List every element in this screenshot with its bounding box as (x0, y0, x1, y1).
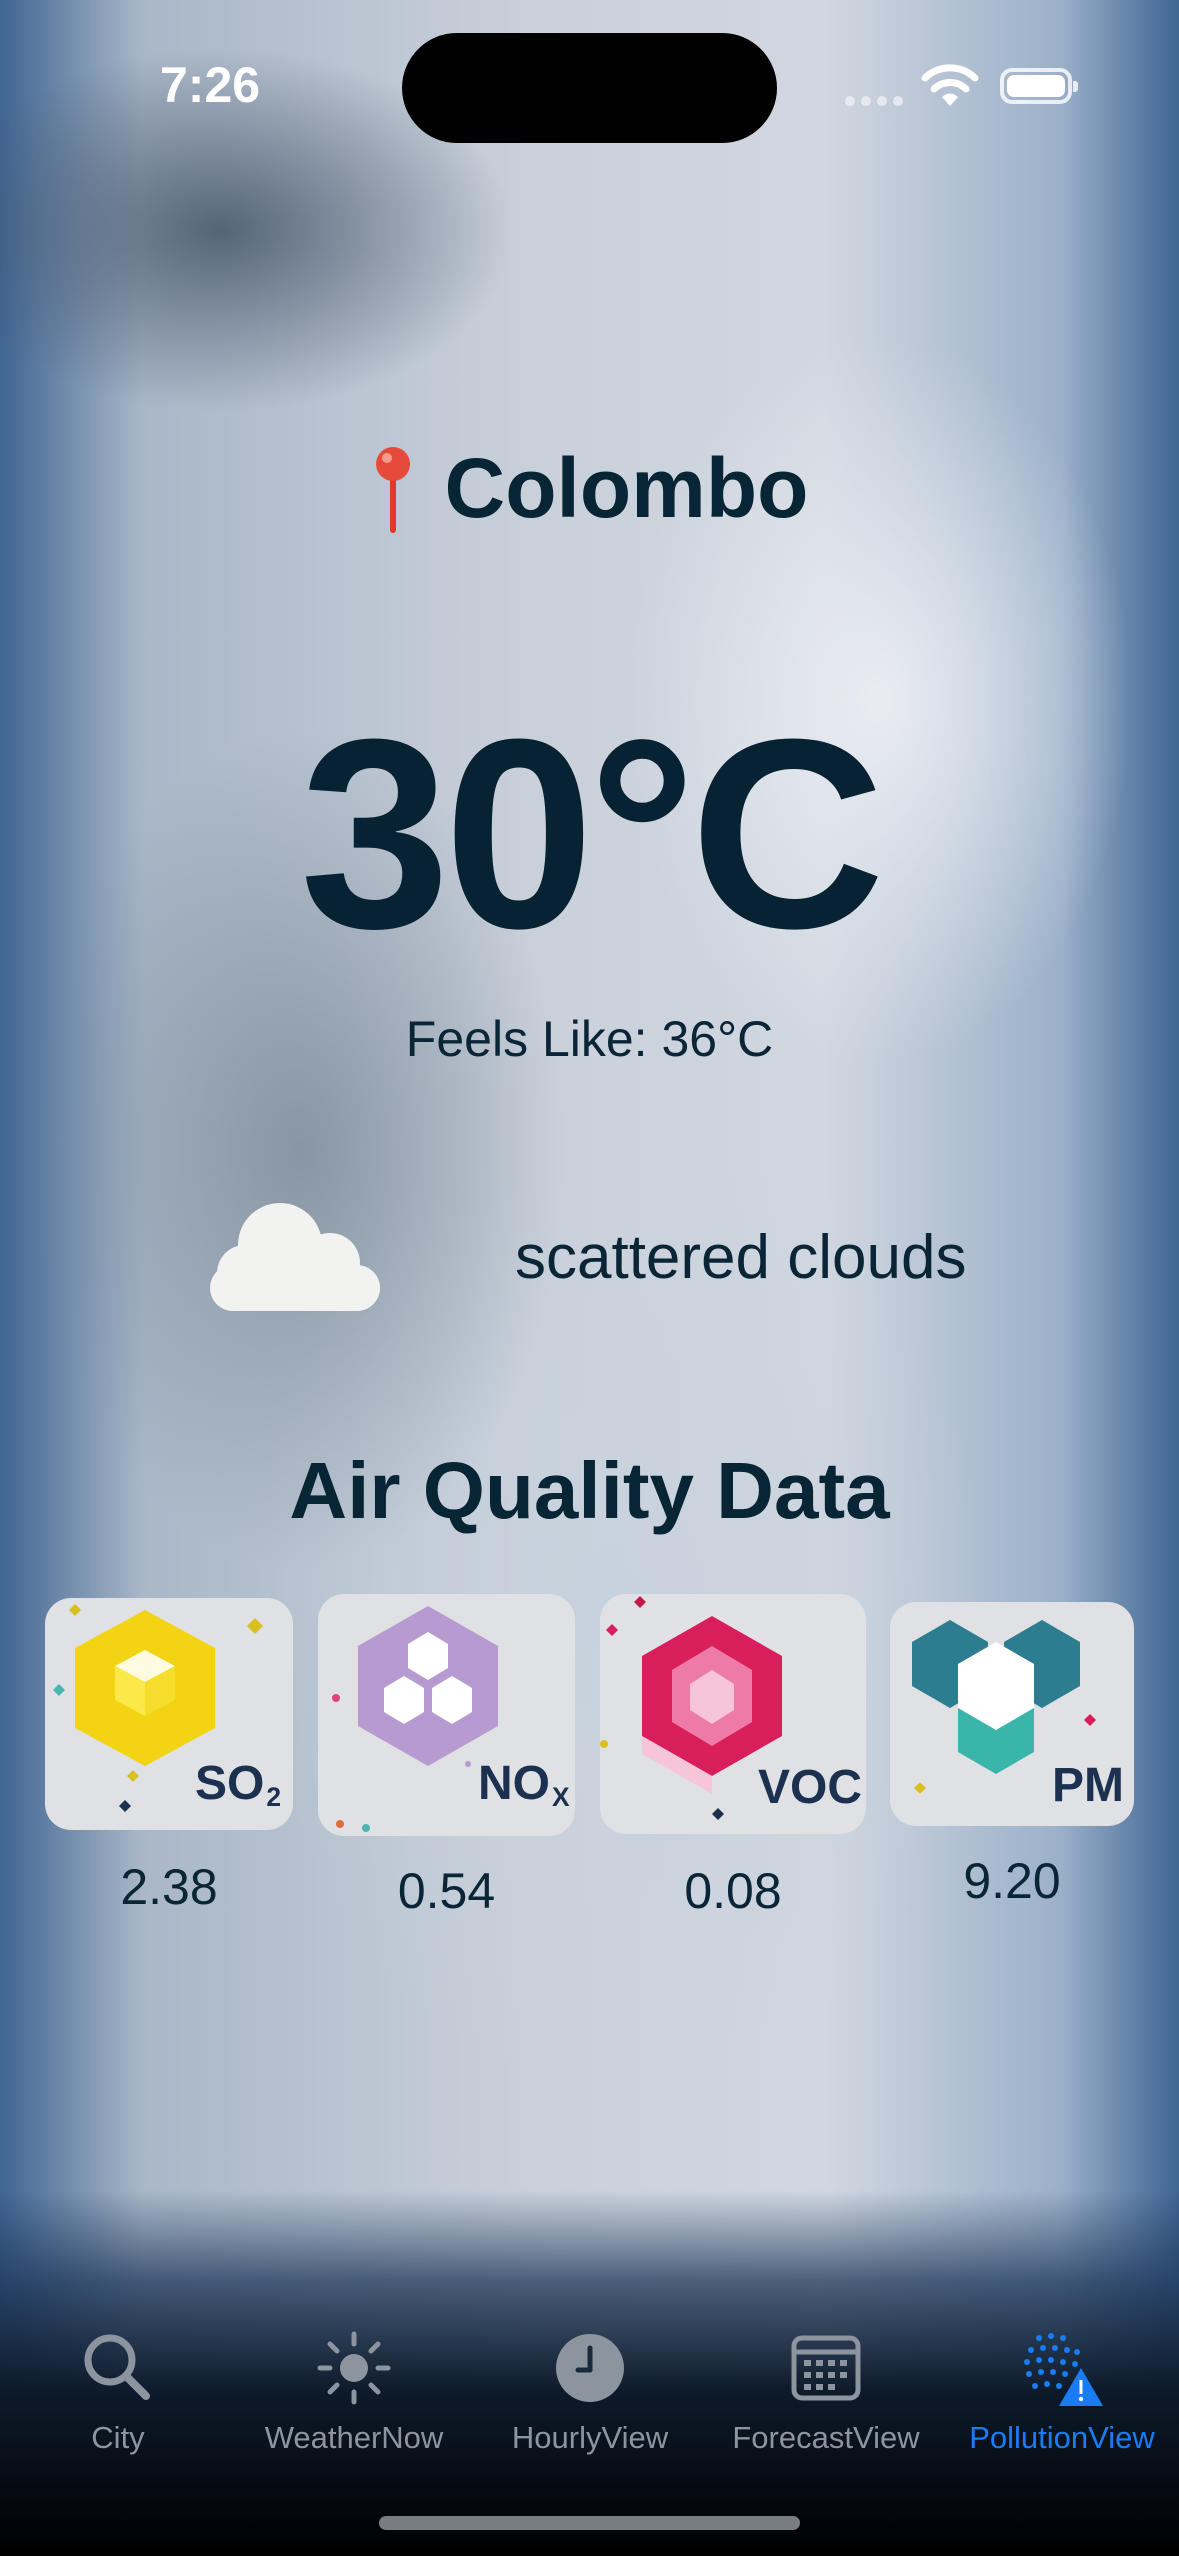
tab-pollutionview[interactable]: PollutionView (944, 2310, 1179, 2460)
status-time: 7:26 (160, 57, 261, 113)
so2-tile: SO2 (45, 1598, 293, 1830)
dynamic-island (402, 33, 777, 143)
nox-tile: NOX (318, 1594, 575, 1836)
aqi-warning-icon (1024, 2333, 1103, 2406)
voc-value: 0.08 (684, 1863, 782, 1919)
map-pin-icon (375, 446, 410, 533)
weather-description: scattered clouds (515, 1223, 967, 1292)
tab-city[interactable]: City (0, 2310, 236, 2460)
tab-label: City (91, 2420, 145, 2455)
tab-label: WeatherNow (264, 2420, 444, 2455)
tab-label: PollutionView (969, 2420, 1155, 2455)
wifi-icon (921, 64, 979, 106)
pm-value: 9.20 (963, 1853, 1061, 1909)
feels-like: Feels Like: 36°C (405, 1011, 774, 1067)
pm-tile: PM (890, 1602, 1134, 1826)
tab-hourlyview[interactable]: HourlyView (472, 2310, 708, 2460)
tab-label: ForecastView (732, 2420, 920, 2455)
magnifying-glass-icon (84, 2334, 150, 2400)
tab-bar: City WeatherNow HourlyView ForecastView … (0, 2310, 1179, 2490)
nox-value: 0.54 (397, 1863, 496, 1919)
battery-icon (1000, 68, 1078, 104)
tab-label: HourlyView (511, 2420, 669, 2455)
air-quality-title: Air Quality Data (289, 1446, 890, 1535)
sun-icon (317, 2331, 391, 2405)
location-header: Colombo (0, 440, 1179, 537)
tab-weathernow[interactable]: WeatherNow (236, 2310, 472, 2460)
temperature: 30°C (299, 684, 885, 985)
home-indicator[interactable] (379, 2516, 800, 2530)
city-name: Colombo (444, 441, 809, 535)
voc-tile: VOC (600, 1594, 866, 1834)
tab-forecastview[interactable]: ForecastView (708, 2310, 944, 2460)
so2-value: 2.38 (120, 1859, 218, 1915)
cellular-signal-icon (845, 96, 905, 106)
calendar-icon (791, 2335, 861, 2401)
cloud-icon (210, 1203, 380, 1311)
clock-icon (556, 2334, 624, 2402)
